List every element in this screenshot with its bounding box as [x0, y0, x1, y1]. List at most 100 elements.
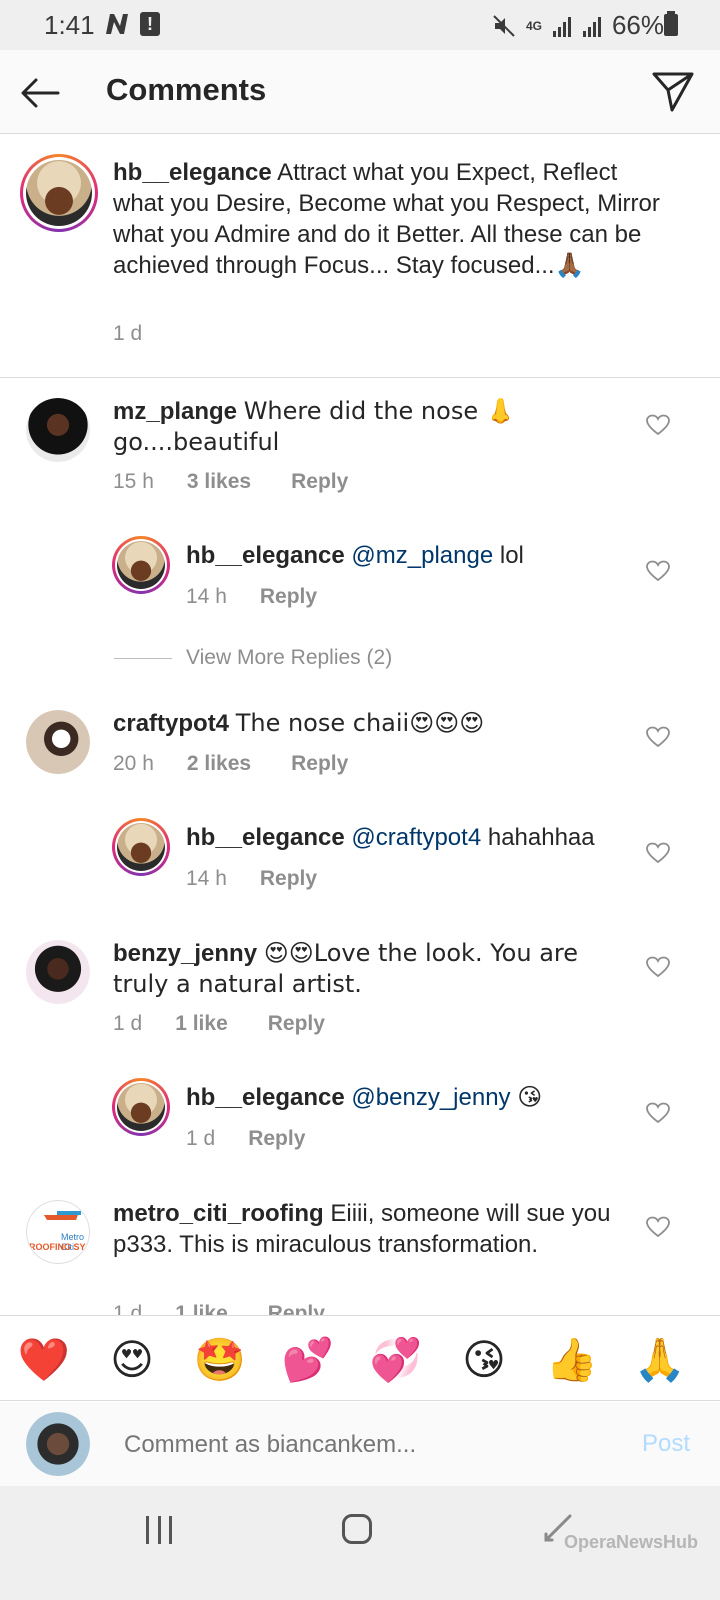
signal-icon-2 — [582, 16, 601, 37]
mute-icon — [493, 14, 515, 37]
alert-notification-icon: ! — [140, 12, 160, 36]
reply-text-block: hb__elegance @mz_plange lol — [186, 540, 626, 571]
avatar[interactable] — [112, 818, 170, 876]
comment-meta: 15 h 3 likes Reply — [113, 470, 348, 494]
comment-likes[interactable]: 1 like — [175, 1302, 228, 1315]
reply-username[interactable]: hb__elegance — [186, 1084, 345, 1111]
emoji-star-struck[interactable]: 🤩 — [192, 1332, 248, 1388]
reply-mention[interactable]: @mz_plange — [351, 542, 493, 569]
comment-meta: 1 d 1 like Reply — [113, 1302, 325, 1315]
emoji-thumbs-up[interactable]: 👍 — [544, 1332, 600, 1388]
status-time: 1:41 — [44, 10, 95, 40]
reply-text: 😘 — [517, 1083, 543, 1111]
comment-input[interactable] — [124, 1428, 594, 1462]
like-heart-icon[interactable] — [646, 1102, 670, 1124]
comment-likes[interactable]: 3 likes — [187, 470, 251, 494]
recent-apps-button[interactable] — [146, 1516, 172, 1544]
reply-mention[interactable]: @craftypot4 — [351, 824, 481, 851]
avatar[interactable] — [112, 1078, 170, 1136]
comment-meta: 1 d 1 like Reply — [113, 1012, 325, 1036]
like-heart-icon[interactable] — [646, 414, 670, 436]
avatar[interactable] — [26, 398, 90, 462]
n-notification-icon — [106, 14, 128, 34]
reply-button[interactable]: Reply — [260, 867, 317, 891]
comment-time: 1 d — [113, 1302, 143, 1315]
like-heart-icon[interactable] — [646, 726, 670, 748]
comment-time: 1 d — [113, 1012, 143, 1035]
reply-time: 1 d — [186, 1127, 216, 1150]
emoji-folded-hands[interactable]: 🙏 — [632, 1332, 688, 1388]
comment-text-block: mz_plange Where did the nose 👃 go....bea… — [113, 396, 623, 458]
comment-text-block: craftypot4 The nose chaii😍😍😍 — [113, 708, 623, 739]
reply-username[interactable]: hb__elegance — [186, 542, 345, 569]
caption-time: 1 d — [113, 322, 143, 345]
avatar[interactable] — [20, 154, 98, 232]
reply-button[interactable]: Reply — [291, 752, 348, 776]
reply-mention[interactable]: @benzy_jenny — [351, 1084, 510, 1111]
home-button[interactable] — [342, 1514, 372, 1544]
battery-percent: 66% — [611, 10, 664, 40]
reply-button[interactable]: Reply — [291, 470, 348, 494]
avatar — [26, 1412, 90, 1476]
roof-mark-2 — [57, 1211, 81, 1227]
reply-text-block: hb__elegance @craftypot4 hahahhaa — [186, 822, 636, 853]
reply-button[interactable]: Reply — [268, 1012, 325, 1036]
reply-username[interactable]: hb__elegance — [186, 824, 345, 851]
reply-text-block: hb__elegance @benzy_jenny 😘 — [186, 1082, 626, 1113]
avatar[interactable] — [26, 710, 90, 774]
comment-text-block: metro_citi_roofing Eiiii, someone will s… — [113, 1198, 613, 1260]
view-more-replies-label[interactable]: View More Replies (2) — [186, 646, 392, 670]
network-type: 4G — [525, 18, 542, 33]
comment-username[interactable]: benzy_jenny — [113, 940, 257, 967]
comment-composer: Post — [0, 1402, 720, 1486]
emoji-quick-reply-bar: ❤️ 😍 🤩 💕 💞 😘 👍 🙏 — [0, 1315, 720, 1401]
back-arrow-icon[interactable] — [18, 70, 64, 116]
metro-citi-roofing-logo: Metro Citi ROOFING SYS — [26, 1200, 90, 1264]
like-heart-icon[interactable] — [646, 1216, 670, 1238]
like-heart-icon[interactable] — [646, 956, 670, 978]
like-heart-icon[interactable] — [646, 560, 670, 582]
reply-button[interactable]: Reply — [248, 1127, 305, 1151]
comment-time: 20 h — [113, 752, 154, 775]
comment-username[interactable]: craftypot4 — [113, 710, 229, 737]
reply-button[interactable]: Reply — [268, 1302, 325, 1315]
reply-text: hahahhaa — [487, 824, 595, 851]
status-bar: 1:41 ! 4G 66% — [0, 0, 720, 50]
like-heart-icon[interactable] — [646, 842, 670, 864]
reply-time: 14 h — [186, 867, 227, 890]
logo-line-2: ROOFING SYS — [29, 1242, 90, 1252]
system-nav-bar: OperaNewsHub — [0, 1486, 720, 1600]
view-more-divider — [114, 657, 172, 659]
comment-text: The nose chaii😍😍😍 — [235, 709, 485, 737]
top-app-bar: Comments — [0, 50, 720, 134]
caption-username[interactable]: hb__elegance — [113, 159, 272, 186]
emoji-two-hearts[interactable]: 💕 — [280, 1332, 336, 1388]
direct-send-icon[interactable] — [650, 68, 696, 114]
post-button[interactable]: Post — [642, 1430, 690, 1458]
comment-time: 15 h — [113, 470, 154, 493]
emoji-heart-eyes[interactable]: 😍 — [104, 1332, 160, 1388]
reply-button[interactable]: Reply — [260, 585, 317, 609]
avatar[interactable]: Metro Citi ROOFING SYS — [26, 1200, 90, 1264]
comment-username[interactable]: metro_citi_roofing — [113, 1200, 324, 1227]
reply-meta: 14 h Reply — [186, 585, 317, 609]
post-caption: hb__elegance Attract what you Expect, Re… — [0, 134, 720, 378]
comment-likes[interactable]: 1 like — [175, 1012, 228, 1036]
reply-time: 14 h — [186, 585, 227, 608]
battery-icon — [664, 11, 678, 36]
watermark: OperaNewsHub — [563, 1532, 698, 1552]
comment-likes[interactable]: 2 likes — [187, 752, 251, 776]
reply-meta: 1 d Reply — [186, 1127, 305, 1151]
comment-username[interactable]: mz_plange — [113, 398, 237, 425]
avatar[interactable] — [112, 536, 170, 594]
emoji-kiss[interactable]: 😘 — [456, 1332, 512, 1388]
avatar[interactable] — [26, 940, 90, 1004]
caption-text-block: hb__elegance Attract what you Expect, Re… — [113, 157, 673, 281]
signal-icon — [552, 16, 571, 37]
comment-text-block: benzy_jenny 😍😍Love the look. You are tru… — [113, 938, 613, 1000]
view-more-replies[interactable]: View More Replies (2) — [114, 646, 392, 670]
reply-meta: 14 h Reply — [186, 867, 317, 891]
emoji-heart[interactable]: ❤️ — [16, 1332, 72, 1388]
comment-meta: 20 h 2 likes Reply — [113, 752, 348, 776]
emoji-revolving-hearts[interactable]: 💞 — [368, 1332, 424, 1388]
